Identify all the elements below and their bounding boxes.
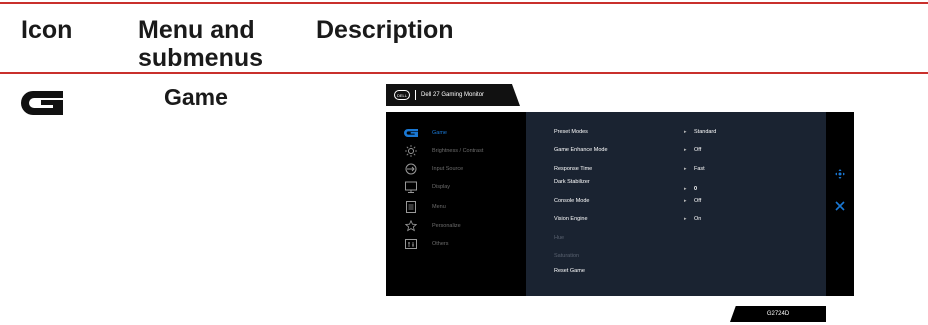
tab-separator [415, 90, 416, 100]
setting-value: On [694, 216, 702, 222]
setting-label: Dark Stabilizer [554, 179, 590, 185]
display-icon [404, 181, 418, 193]
menu-name-game: Game [164, 84, 228, 110]
osd-menu-item-menu[interactable]: Menu [404, 200, 446, 214]
osd-menu-label: Display [432, 184, 451, 190]
top-rule [0, 2, 928, 4]
chevron-right-icon: ▸ [684, 147, 687, 153]
osd-title-tab: DELL Dell 27 Gaming Monitor [386, 84, 520, 106]
osd-menu-item-input-source[interactable]: Input Source [404, 162, 463, 176]
osd-menu-item-personalize[interactable]: Personalize [404, 219, 461, 233]
setting-label: Game Enhance Mode [554, 147, 608, 153]
osd-menu-label: Input Source [432, 166, 464, 172]
osd-menu-label: Game [432, 130, 447, 136]
menu-icon [404, 201, 418, 213]
setting-value: Off [694, 198, 702, 204]
star-icon [404, 220, 418, 232]
setting-row-reset-game[interactable]: Reset Game [554, 268, 824, 278]
model-label: G2724D [730, 306, 826, 322]
setting-row-dark-stabilizer[interactable]: Dark Stabilizer ▸ 0 [554, 179, 824, 192]
setting-row-saturation: Saturation [554, 253, 824, 263]
setting-row-preset-modes[interactable]: Preset Modes ▸ Standard [554, 129, 824, 139]
chevron-right-icon: ▸ [684, 198, 687, 204]
close-icon[interactable] [834, 200, 846, 212]
others-icon [404, 238, 418, 250]
setting-label: Vision Engine [554, 216, 588, 222]
setting-value: Off [694, 147, 702, 153]
col-header-icon: Icon [21, 16, 73, 44]
header-rule [0, 72, 928, 74]
osd-submenu: Preset Modes ▸ Standard Game Enhance Mod… [526, 112, 826, 296]
setting-label: Preset Modes [554, 129, 588, 135]
osd-menu-label: Brightness / Contrast [432, 148, 484, 154]
navigate-icon[interactable] [834, 168, 846, 180]
setting-label: Response Time [554, 166, 593, 172]
osd-menu-item-display[interactable]: Display [404, 180, 450, 194]
setting-row-response-time[interactable]: Response Time ▸ Fast [554, 166, 824, 176]
dell-logo: DELL [394, 90, 410, 100]
setting-row-game-enhance-mode[interactable]: Game Enhance Mode ▸ Off [554, 147, 824, 157]
osd-main-menu: Game Brightness / Contrast Input Source … [386, 112, 526, 296]
setting-row-hue: Hue [554, 235, 824, 245]
chevron-right-icon: ▸ [684, 129, 687, 135]
setting-row-vision-engine[interactable]: Vision Engine ▸ On [554, 216, 824, 226]
osd-menu-item-others[interactable]: Others [404, 237, 449, 251]
osd-menu-label: Personalize [432, 223, 461, 229]
setting-row-console-mode[interactable]: Console Mode ▸ Off [554, 198, 824, 208]
chevron-right-icon: ▸ [684, 216, 687, 222]
col-header-menu: Menu and submenus [138, 16, 264, 72]
osd-nav-column [826, 112, 854, 296]
osd-menu-label: Menu [432, 204, 446, 210]
chevron-right-icon: ▸ [684, 186, 687, 192]
setting-label: Hue [554, 235, 565, 241]
setting-value: 0 [694, 186, 698, 192]
game-g-icon [404, 127, 418, 139]
osd-title: Dell 27 Gaming Monitor [421, 92, 485, 98]
chevron-right-icon: ▸ [684, 166, 687, 172]
osd-panel: Game Brightness / Contrast Input Source … [386, 112, 854, 296]
osd-menu-item-brightness[interactable]: Brightness / Contrast [404, 144, 483, 158]
setting-label: Reset Game [554, 268, 585, 274]
setting-value: Fast [694, 166, 705, 172]
setting-label: Saturation [554, 253, 580, 259]
setting-label: Console Mode [554, 198, 590, 204]
brightness-icon [404, 145, 418, 157]
input-source-icon [404, 163, 418, 175]
game-g-icon [21, 91, 63, 115]
col-header-description: Description [316, 16, 454, 44]
osd-menu-item-game[interactable]: Game [404, 126, 447, 140]
osd-menu-label: Others [432, 241, 449, 247]
setting-value: Standard [694, 129, 717, 135]
